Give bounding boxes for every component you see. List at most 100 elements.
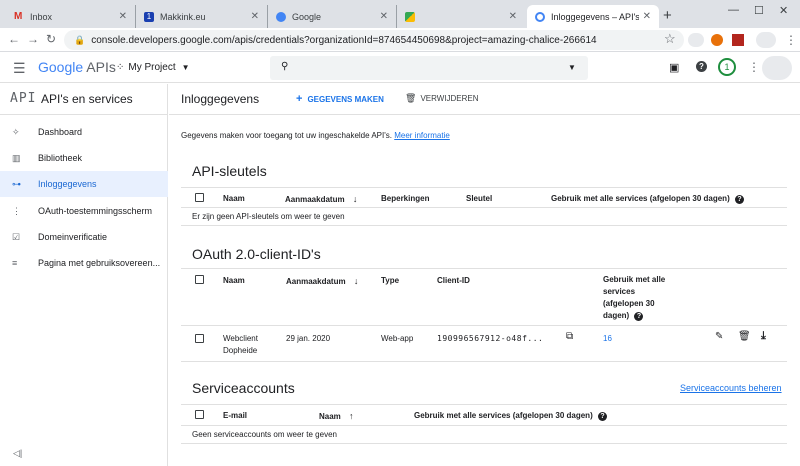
- tab-maps[interactable]: ✕: [397, 5, 525, 28]
- column-header-usage[interactable]: Gebruik met alle services (afgelopen 30 …: [414, 411, 607, 421]
- trash-icon[interactable]: 🗑: [738, 331, 751, 342]
- column-header-key[interactable]: Sleutel: [466, 194, 492, 203]
- close-icon[interactable]: ✕: [643, 11, 651, 22]
- client-name-link[interactable]: Webclient Dopheide: [223, 333, 258, 357]
- sidebar-item-label: Pagina met gebruiksovereen...: [38, 258, 161, 268]
- collapse-sidebar-icon[interactable]: ◁|: [13, 448, 22, 459]
- sidebar-item-dashboard[interactable]: ✧ Dashboard: [0, 119, 168, 145]
- url-text: console.developers.google.com/apis/crede…: [91, 34, 597, 46]
- learn-more-link[interactable]: Meer informatie: [394, 131, 450, 140]
- pdf-extension-icon[interactable]: [732, 34, 744, 46]
- reload-icon[interactable]: ↻: [46, 32, 56, 46]
- create-credentials-button[interactable]: + GEGEVENS MAKEN: [296, 93, 384, 105]
- manage-service-accounts-link[interactable]: Serviceaccounts beheren: [680, 383, 782, 393]
- dashboard-icon: ✧: [12, 126, 20, 137]
- key-icon: ⊶: [12, 178, 21, 189]
- select-all-checkbox[interactable]: [195, 410, 204, 419]
- forward-icon[interactable]: →: [27, 32, 39, 46]
- arrow-down-icon: ↓: [353, 276, 359, 286]
- column-header-created[interactable]: Aanmaakdatum ↓: [286, 276, 358, 286]
- consent-icon: ⋮: [12, 205, 21, 216]
- select-all-checkbox[interactable]: [195, 275, 204, 284]
- copy-icon[interactable]: ⧉: [566, 331, 573, 342]
- divider: [181, 225, 787, 226]
- column-header-client-id[interactable]: Client-ID: [437, 276, 470, 285]
- help-icon[interactable]: ?: [597, 412, 607, 421]
- sidebar-item-page-usage[interactable]: ≡ Pagina met gebruiksovereen...: [0, 250, 168, 276]
- column-header-name[interactable]: Naam: [223, 194, 245, 203]
- download-icon[interactable]: ⤓: [761, 330, 766, 343]
- brand-apis: APIs: [86, 59, 116, 75]
- divider: [181, 187, 787, 188]
- divider: [0, 114, 168, 115]
- address-bar[interactable]: 🔒 console.developers.google.com/apis/cre…: [64, 30, 684, 50]
- close-icon[interactable]: ✕: [119, 11, 127, 22]
- column-header-restrictions[interactable]: Beperkingen: [381, 194, 429, 203]
- window-close-icon[interactable]: ✕: [779, 4, 788, 17]
- extension-icon[interactable]: [688, 33, 704, 47]
- hamburger-menu-icon[interactable]: ☰: [13, 60, 26, 77]
- sidebar-item-label: Bibliotheek: [38, 153, 83, 163]
- sidebar-item-domain-verification[interactable]: ☑ Domeinverificatie: [0, 224, 168, 250]
- more-options-icon[interactable]: ⋮: [748, 60, 760, 74]
- browser-menu-icon[interactable]: ⋮: [785, 33, 797, 47]
- intro-sentence: Gegevens maken voor toegang tot uw inges…: [181, 131, 392, 140]
- google-apis-logo[interactable]: Google APIs: [38, 59, 116, 75]
- lock-icon: 🔒: [74, 34, 86, 45]
- tab-google[interactable]: Google ✕: [268, 5, 397, 28]
- column-header-name[interactable]: Naam ↑: [319, 411, 354, 421]
- row-checkbox[interactable]: [195, 334, 204, 343]
- back-icon[interactable]: ←: [8, 32, 20, 46]
- column-header-name[interactable]: Naam: [223, 276, 245, 285]
- sidebar-title: API's en services: [41, 92, 133, 106]
- gift-icon[interactable]: ▣: [669, 61, 679, 74]
- search-input[interactable]: ⚲ ▼: [270, 56, 588, 80]
- usage-count-link[interactable]: 16: [603, 334, 612, 343]
- tab-inbox[interactable]: M Inbox ✕: [6, 5, 136, 28]
- maximize-icon[interactable]: ☐: [754, 4, 764, 17]
- api-logo: API: [10, 91, 37, 106]
- star-icon[interactable]: ☆: [664, 31, 676, 47]
- help-icon[interactable]: ?: [634, 312, 644, 321]
- brand-google: Google: [38, 59, 84, 75]
- minimize-icon[interactable]: —: [728, 4, 739, 16]
- sidebar-item-credentials[interactable]: ⊶ Inloggegevens: [0, 171, 168, 197]
- project-selector[interactable]: ⁘ My Project ▼: [116, 62, 190, 73]
- client-name-line: Webclient: [223, 334, 258, 343]
- new-tab-button[interactable]: +: [663, 7, 672, 24]
- sidebar-item-library[interactable]: ▥ Bibliotheek: [0, 145, 168, 171]
- sidebar-item-label: Dashboard: [38, 127, 83, 137]
- client-created-date: 29 jan. 2020: [286, 334, 331, 343]
- library-icon: ▥: [12, 152, 21, 163]
- profile-avatar[interactable]: [756, 32, 776, 48]
- tab-credentials[interactable]: Inloggegevens – API's en ✕: [527, 5, 659, 28]
- console-header: ☰ Google APIs ⁘ My Project ▼ ⚲ ▼ ▣ ? 1 ⋮: [0, 53, 800, 83]
- close-icon[interactable]: ✕: [251, 11, 259, 22]
- close-icon[interactable]: ✕: [509, 11, 517, 22]
- column-header-created[interactable]: Aanmaakdatum ↓: [285, 194, 357, 204]
- trash-icon: 🗑: [405, 93, 417, 103]
- help-icon[interactable]: ?: [696, 61, 707, 72]
- account-avatar[interactable]: [762, 56, 792, 80]
- select-all-checkbox[interactable]: [195, 193, 204, 202]
- chevron-down-icon[interactable]: ▼: [568, 63, 576, 72]
- column-header-usage[interactable]: Gebruik met alle services (afgelopen 30 …: [551, 194, 744, 204]
- column-header-type[interactable]: Type: [381, 276, 399, 285]
- extension-icon[interactable]: [711, 34, 723, 46]
- close-icon[interactable]: ✕: [380, 11, 388, 22]
- service-accounts-heading: Serviceaccounts: [192, 380, 295, 396]
- column-header-usage[interactable]: Gebruik met alle services (afgelopen 30 …: [603, 274, 665, 322]
- help-icon[interactable]: ?: [734, 195, 744, 204]
- divider: [181, 404, 787, 405]
- delete-button[interactable]: 🗑 VERWIJDEREN: [405, 93, 479, 104]
- map-icon: [405, 11, 415, 22]
- notifications-badge[interactable]: 1: [718, 58, 736, 76]
- tab-makkink[interactable]: 1 Makkink.eu ✕: [136, 5, 268, 28]
- project-name: My Project: [128, 62, 176, 73]
- main-content: Inloggegevens + GEGEVENS MAKEN 🗑 VERWIJD…: [169, 84, 800, 466]
- project-icon: ⁘: [116, 62, 125, 73]
- api-keys-empty-message: Er zijn geen API-sleutels om weer te gev…: [192, 212, 345, 221]
- sidebar-item-oauth-consent[interactable]: ⋮ OAuth-toestemmingsscherm: [0, 198, 168, 224]
- column-header-email[interactable]: E-mail: [223, 411, 247, 420]
- edit-icon[interactable]: ✎: [715, 331, 723, 342]
